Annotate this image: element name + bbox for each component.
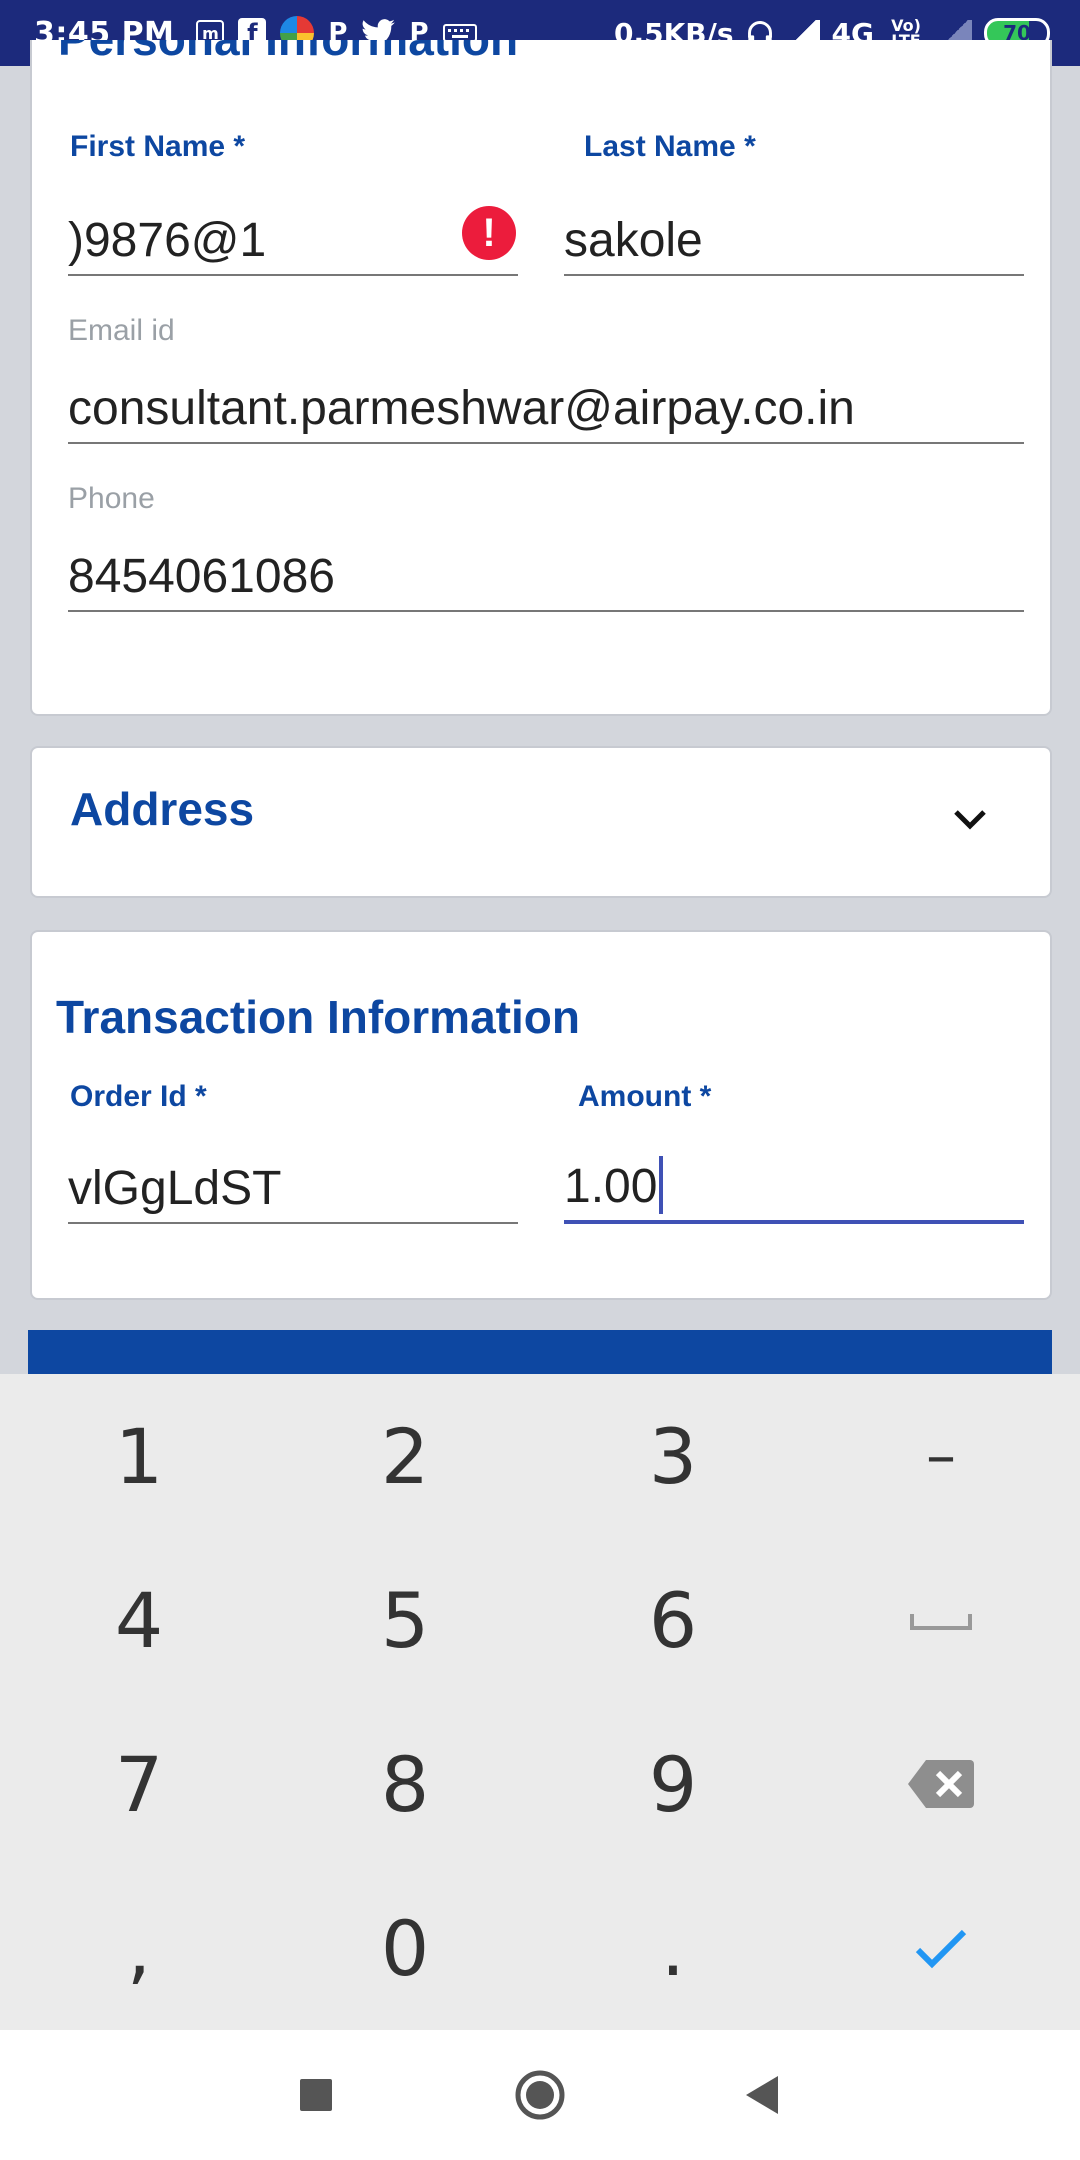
first-name-input[interactable]: )9876@1: [68, 212, 518, 276]
key-7[interactable]: 7: [4, 1702, 274, 1866]
order-id-input[interactable]: vlGgLdST: [68, 1160, 518, 1224]
key-6[interactable]: 6: [538, 1538, 808, 1702]
phone-value: 8454061086: [68, 550, 335, 603]
key-done[interactable]: [806, 1866, 1076, 2030]
phone-label: Phone: [68, 482, 155, 515]
first-name-value: )9876@1: [68, 214, 267, 267]
key-0[interactable]: 0: [270, 1866, 540, 2030]
key-2[interactable]: 2: [270, 1374, 540, 1538]
email-value: consultant.parmeshwar@airpay.co.in: [68, 382, 855, 435]
last-name-label: Last Name *: [584, 130, 756, 163]
last-name-value: sakole: [564, 214, 703, 267]
key-5[interactable]: 5: [270, 1538, 540, 1702]
backspace-icon: [908, 1760, 974, 1808]
address-section[interactable]: Address: [30, 746, 1052, 898]
key-4[interactable]: 4: [4, 1538, 274, 1702]
text-cursor: [659, 1156, 664, 1214]
submit-button[interactable]: [28, 1330, 1052, 1376]
space-icon: [910, 1614, 972, 1630]
phone-input[interactable]: 8454061086: [68, 548, 1024, 612]
amount-label: Amount *: [578, 1080, 712, 1113]
error-icon: !: [462, 206, 516, 260]
home-button[interactable]: [480, 2030, 600, 2160]
amount-input[interactable]: 1.00: [564, 1156, 1024, 1224]
transaction-information-card: Transaction Information Order Id * vlGgL…: [30, 930, 1052, 1300]
recents-button[interactable]: [256, 2030, 376, 2160]
key-space[interactable]: [806, 1538, 1076, 1702]
personal-information-title: Personal Information: [58, 40, 518, 70]
key-1[interactable]: 1: [4, 1374, 274, 1538]
key-period[interactable]: .: [538, 1866, 808, 2030]
numeric-keyboard: 1 2 3 – 4 5 6 7 8 9 , 0 .: [0, 1374, 1080, 2030]
navigation-bar: [0, 2030, 1080, 2160]
key-minus[interactable]: –: [806, 1374, 1076, 1538]
last-name-input[interactable]: sakole: [564, 212, 1024, 276]
address-title: Address: [70, 783, 255, 835]
square-icon: [300, 2079, 332, 2111]
back-button[interactable]: [702, 2030, 822, 2160]
back-triangle-icon: [746, 2076, 778, 2114]
home-circle-icon: [515, 2070, 565, 2120]
key-3[interactable]: 3: [538, 1374, 808, 1538]
order-id-value: vlGgLdST: [68, 1162, 282, 1215]
personal-information-card: Personal Information First Name * )9876@…: [30, 40, 1052, 716]
transaction-information-title: Transaction Information: [56, 991, 580, 1043]
email-label: Email id: [68, 314, 175, 347]
chevron-down-icon[interactable]: [950, 800, 990, 840]
order-id-label: Order Id *: [70, 1080, 207, 1113]
check-icon: [915, 1929, 967, 1969]
email-input[interactable]: consultant.parmeshwar@airpay.co.in: [68, 380, 1024, 444]
amount-value: 1.00: [564, 1160, 658, 1213]
key-backspace[interactable]: [806, 1702, 1076, 1866]
key-9[interactable]: 9: [538, 1702, 808, 1866]
first-name-label: First Name *: [70, 130, 246, 163]
key-8[interactable]: 8: [270, 1702, 540, 1866]
key-comma[interactable]: ,: [4, 1866, 274, 2030]
